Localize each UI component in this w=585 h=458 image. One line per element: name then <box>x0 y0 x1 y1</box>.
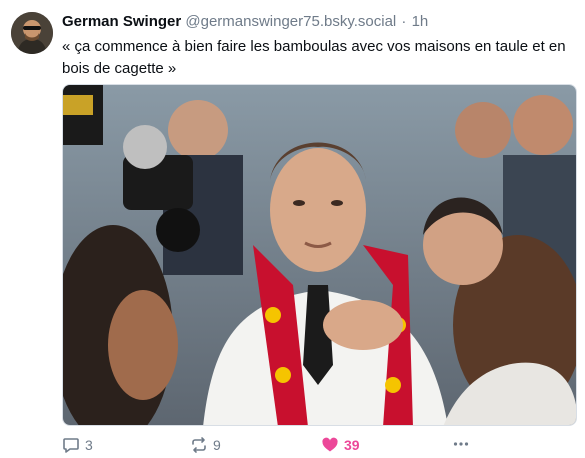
like-button[interactable]: 39 <box>321 436 360 454</box>
post-time[interactable]: 1h <box>412 13 429 30</box>
reply-count: 3 <box>85 437 93 453</box>
more-icon <box>453 442 469 446</box>
post[interactable]: German Swinger @germanswinger75.bsky.soc… <box>0 0 585 458</box>
separator-dot: · <box>401 13 407 30</box>
post-header: German Swinger @germanswinger75.bsky.soc… <box>62 13 428 30</box>
author-name[interactable]: German Swinger <box>62 13 181 30</box>
action-bar: 3 9 39 <box>62 436 482 456</box>
avatar-image <box>11 12 53 54</box>
post-image[interactable] <box>62 84 577 426</box>
author-handle[interactable]: @germanswinger75.bsky.social <box>185 13 396 30</box>
heart-icon <box>322 437 338 452</box>
reply-icon <box>63 438 79 453</box>
avatar[interactable] <box>11 12 53 54</box>
repost-icon <box>192 437 206 453</box>
post-photo <box>63 85 576 425</box>
repost-button[interactable]: 9 <box>190 436 221 454</box>
more-button[interactable] <box>452 435 470 453</box>
like-count: 39 <box>344 437 360 453</box>
repost-count: 9 <box>213 437 221 453</box>
post-text: « ça commence à bien faire les bamboulas… <box>62 38 566 77</box>
reply-button[interactable]: 3 <box>62 436 93 454</box>
